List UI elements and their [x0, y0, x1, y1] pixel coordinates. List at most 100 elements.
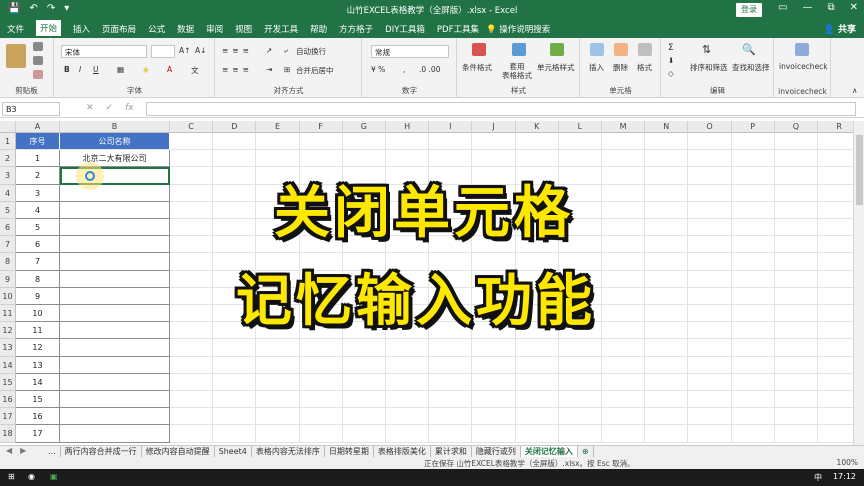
- excel-taskbar-icon[interactable]: ▣: [50, 472, 58, 481]
- cell-Q11[interactable]: [774, 305, 818, 323]
- column-header-F[interactable]: F: [299, 121, 343, 133]
- cell-I2[interactable]: [429, 150, 473, 168]
- format-painter-icon[interactable]: [33, 70, 43, 79]
- cell-P9[interactable]: [731, 270, 775, 288]
- cell-C14[interactable]: [170, 356, 214, 374]
- cell-D3[interactable]: [213, 167, 257, 185]
- cell-J14[interactable]: [472, 356, 516, 374]
- cell-A16[interactable]: 15: [16, 391, 60, 409]
- cell-C15[interactable]: [170, 373, 214, 391]
- column-header-L[interactable]: L: [558, 121, 602, 133]
- cell-K18[interactable]: [515, 425, 559, 443]
- cell-F18[interactable]: [299, 425, 343, 443]
- cell-N1[interactable]: [645, 133, 689, 151]
- row-header-8[interactable]: 8: [0, 253, 16, 271]
- cell-A4[interactable]: 3: [16, 184, 60, 202]
- cell-B11[interactable]: [60, 305, 170, 323]
- row-header-11[interactable]: 11: [0, 305, 16, 323]
- cell-C11[interactable]: [170, 305, 214, 323]
- font-size-select[interactable]: [151, 45, 175, 58]
- cell-B16[interactable]: [60, 391, 170, 409]
- font-name-select[interactable]: 宋体: [61, 45, 147, 58]
- cell-L2[interactable]: [558, 150, 602, 168]
- cell-O1[interactable]: [688, 133, 732, 151]
- cell-O6[interactable]: [688, 219, 732, 237]
- login-button[interactable]: 登录: [736, 3, 762, 17]
- sort-filter-button[interactable]: 排序和筛选: [690, 62, 728, 73]
- cell-F16[interactable]: [299, 391, 343, 409]
- cell-H15[interactable]: [386, 373, 430, 391]
- cell-A7[interactable]: 6: [16, 236, 60, 254]
- cell-P1[interactable]: [731, 133, 775, 151]
- cell-K14[interactable]: [515, 356, 559, 374]
- cell-P5[interactable]: [731, 201, 775, 219]
- cell-E16[interactable]: [256, 391, 300, 409]
- cell-A15[interactable]: 14: [16, 373, 60, 391]
- enter-icon[interactable]: ✓: [106, 103, 114, 113]
- cell-M16[interactable]: [602, 391, 646, 409]
- menu-tab-9[interactable]: 帮助: [310, 23, 327, 38]
- wrap-text-button[interactable]: 自动换行: [296, 46, 326, 57]
- ribbon-display-icon[interactable]: ▭: [778, 2, 787, 13]
- cell-A12[interactable]: 11: [16, 322, 60, 340]
- cell-C7[interactable]: [170, 236, 214, 254]
- cell-A5[interactable]: 4: [16, 201, 60, 219]
- italic-button[interactable]: I: [79, 65, 81, 74]
- column-header-B[interactable]: B: [60, 121, 170, 133]
- cell-N14[interactable]: [645, 356, 689, 374]
- cell-M13[interactable]: [602, 339, 646, 357]
- cell-B17[interactable]: [60, 408, 170, 426]
- cell-G13[interactable]: [342, 339, 386, 357]
- cell-Q4[interactable]: [774, 184, 818, 202]
- cell-F13[interactable]: [299, 339, 343, 357]
- cell-G17[interactable]: [342, 408, 386, 426]
- cell-B1[interactable]: 公司名称: [60, 133, 170, 151]
- cell-O11[interactable]: [688, 305, 732, 323]
- border-icon[interactable]: ▦: [117, 65, 124, 74]
- menu-tab-5[interactable]: 数据: [177, 23, 194, 38]
- fill-icon[interactable]: ⬇: [668, 56, 674, 65]
- grow-font-icon[interactable]: A↑: [179, 46, 190, 55]
- cell-N9[interactable]: [645, 270, 689, 288]
- menu-tab-3[interactable]: 页面布局: [102, 23, 136, 38]
- cell-O13[interactable]: [688, 339, 732, 357]
- cell-N2[interactable]: [645, 150, 689, 168]
- cell-F2[interactable]: [299, 150, 343, 168]
- number-format-select[interactable]: 常规: [371, 45, 449, 58]
- cell-M15[interactable]: [602, 373, 646, 391]
- select-all-corner[interactable]: [0, 121, 16, 133]
- cell-A14[interactable]: 13: [16, 356, 60, 374]
- cell-N18[interactable]: [645, 425, 689, 443]
- column-header-M[interactable]: M: [602, 121, 646, 133]
- cell-H16[interactable]: [386, 391, 430, 409]
- cell-N10[interactable]: [645, 287, 689, 305]
- row-header-18[interactable]: 18: [0, 425, 16, 443]
- cell-R15[interactable]: [818, 374, 853, 391]
- cell-K1[interactable]: [515, 133, 559, 151]
- column-header-I[interactable]: I: [429, 121, 473, 133]
- start-icon[interactable]: ⊞: [8, 472, 15, 481]
- menu-tab-7[interactable]: 视图: [235, 23, 252, 38]
- row-header-12[interactable]: 12: [0, 322, 16, 340]
- cell-C5[interactable]: [170, 201, 214, 219]
- cell-K15[interactable]: [515, 373, 559, 391]
- cell-R6[interactable]: [818, 219, 853, 237]
- cell-M1[interactable]: [602, 133, 646, 151]
- ime-indicator[interactable]: 中: [814, 472, 822, 483]
- cell-L15[interactable]: [558, 373, 602, 391]
- tell-me-search[interactable]: 💡 操作说明搜索: [486, 23, 550, 35]
- cell-A18[interactable]: 17: [16, 425, 60, 443]
- cell-N11[interactable]: [645, 305, 689, 323]
- cell-C13[interactable]: [170, 339, 214, 357]
- cell-E17[interactable]: [256, 408, 300, 426]
- chrome-icon[interactable]: ◉: [28, 472, 35, 481]
- cell-D18[interactable]: [213, 425, 257, 443]
- phonetic-icon[interactable]: 文: [191, 65, 199, 76]
- cell-M4[interactable]: [602, 184, 646, 202]
- cell-R1[interactable]: [818, 133, 853, 151]
- cell-B15[interactable]: [60, 373, 170, 391]
- cell-P3[interactable]: [731, 167, 775, 185]
- copy-icon[interactable]: [33, 56, 43, 65]
- cell-R11[interactable]: [818, 305, 853, 323]
- cell-K2[interactable]: [515, 150, 559, 168]
